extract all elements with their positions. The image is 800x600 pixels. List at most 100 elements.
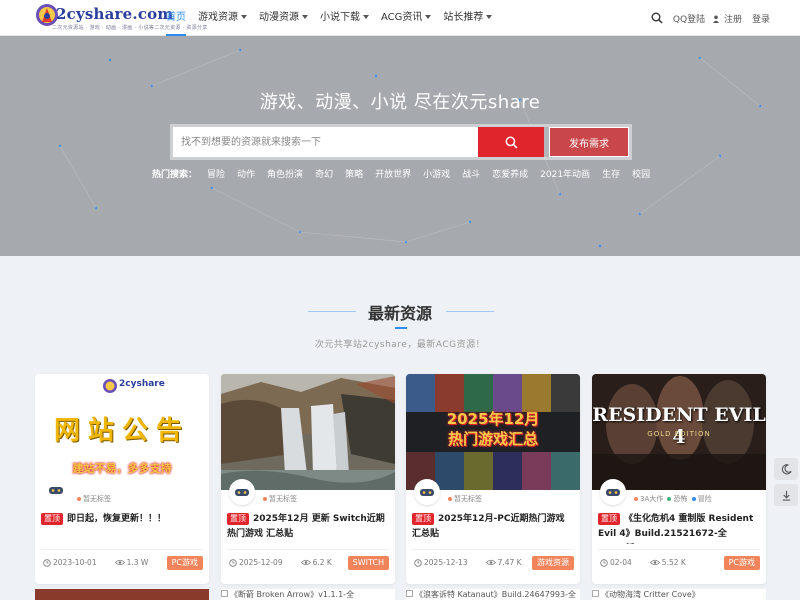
chevron-down-icon <box>425 15 432 19</box>
card-tags: 暂无标签 <box>446 494 482 504</box>
register-label: 注册 <box>723 14 742 25</box>
user-plus-icon <box>713 15 720 23</box>
hot-tag[interactable]: 动作 <box>237 167 255 180</box>
pinned-badge: 置顶 <box>598 513 620 525</box>
nav-home-label: 首页 <box>166 12 186 23</box>
site-logo[interactable]: 2cyshare.com 二次元资源站 · 游戏 · 动画 · 漫画 · 小说等… <box>34 2 207 34</box>
resource-card[interactable]: RESIDENT EVIL 4 GOLD EDITION 3A大作 恐怖 冒险 … <box>592 374 766 584</box>
card-date: 02-04 <box>600 558 641 567</box>
clock-icon <box>229 558 237 567</box>
hot-tag[interactable]: 开放世界 <box>375 167 411 180</box>
card-thumbnail[interactable]: 2025年12月 热门游戏汇总 <box>406 374 580 490</box>
nav-acg-news[interactable]: ACG资讯 <box>375 0 437 36</box>
tag-label[interactable]: 暂无标签 <box>454 495 482 503</box>
nav-recommend[interactable]: 站长推荐 <box>437 0 498 36</box>
resource-card-partial[interactable]: 《浪客诉特 Katanaut》Build.24647993-全 <box>406 589 580 600</box>
hot-tag[interactable]: 冒险 <box>207 167 225 180</box>
hot-tag[interactable]: 恋爱养成 <box>492 167 528 180</box>
nav-games[interactable]: 游戏资源 <box>192 0 253 36</box>
category-tag[interactable]: PC游戏 <box>723 556 760 570</box>
card-thumbnail[interactable] <box>221 374 395 490</box>
hot-tag[interactable]: 生存 <box>602 167 620 180</box>
dark-mode-toggle[interactable] <box>774 458 798 480</box>
download-button[interactable] <box>774 484 798 506</box>
card-title[interactable]: 置顶 《生化危机4 重制版 Resident Evil 4》Build.21521… <box>598 512 758 544</box>
author-avatar[interactable] <box>229 479 255 505</box>
author-avatar[interactable] <box>600 479 626 505</box>
gamepad-icon <box>49 487 63 494</box>
chevron-down-icon <box>241 15 247 19</box>
search-icon[interactable] <box>651 12 663 24</box>
resource-card-partial[interactable]: 《动物海湾 Critter Cove》 <box>592 589 766 600</box>
nav-anime-label: 动漫资源 <box>259 12 299 23</box>
card-title[interactable]: 置顶 2025年12月-PC近期热门游戏 汇总贴 <box>412 512 572 542</box>
card-tags: 3A大作 恐怖 冒险 <box>632 494 712 504</box>
hot-tag[interactable]: 校园 <box>632 167 650 180</box>
qq-login-link[interactable]: QQ登陆 <box>673 12 705 25</box>
card-views-text: 1.3 W <box>126 558 149 567</box>
thumb-heading-line1: 2025年12月 <box>446 410 540 428</box>
search-icon <box>505 136 517 148</box>
card-thumbnail[interactable]: RESIDENT EVIL 4 GOLD EDITION <box>592 374 766 490</box>
resource-card[interactable]: 2025年12月 热门游戏汇总 暂无标签 置顶 2025年12月-PC近期热门游戏… <box>406 374 580 584</box>
card-divider <box>598 549 760 550</box>
card-thumbnail[interactable]: 2cyshare 网站公告 建站不易，多多支持 <box>35 374 209 490</box>
hot-tag[interactable]: 小游戏 <box>423 167 450 180</box>
clock-icon <box>43 558 51 567</box>
card-title[interactable]: 置顶 即日起，恢复更新！！！ <box>41 512 201 527</box>
card-meta: 2023-10-01 1.3 W <box>43 558 166 567</box>
hot-tag[interactable]: 角色扮演 <box>267 167 303 180</box>
tag-label[interactable]: 3A大作 <box>640 495 663 503</box>
tag-label[interactable]: 暂无标签 <box>269 495 297 503</box>
nav-anime[interactable]: 动漫资源 <box>253 0 314 36</box>
chevron-down-icon <box>363 15 369 19</box>
hot-tag[interactable]: 2021年动画 <box>540 167 590 180</box>
chevron-down-icon <box>486 15 493 19</box>
tag-label[interactable]: 暂无标签 <box>83 495 111 503</box>
search-button[interactable] <box>478 127 544 157</box>
category-tag[interactable]: SWITCH <box>347 556 389 570</box>
card-title[interactable]: 置顶 2025年12月 更新 Switch近期热门游戏 汇总贴 <box>227 512 387 542</box>
thumb-logo-text: 2cyshare <box>119 379 165 389</box>
partial-card-title: 《动物海湾 Critter Cove》 <box>601 590 700 599</box>
hot-tag[interactable]: 战斗 <box>462 167 480 180</box>
hot-tag[interactable]: 奇幻 <box>315 167 333 180</box>
card-views-text: 6.2 K <box>312 558 332 567</box>
tag-label[interactable]: 恐怖 <box>673 495 687 503</box>
nav-novels-label: 小说下载 <box>320 12 360 23</box>
resource-card-partial[interactable] <box>35 589 209 600</box>
hot-searches: 热门搜索： 冒险 动作 角色扮演 奇幻 策略 开放世界 小游戏 战斗 恋爱养成 … <box>152 167 662 180</box>
section-underline <box>395 327 407 329</box>
resource-card[interactable]: 2cyshare 网站公告 建站不易，多多支持 暂无标签 置顶 即日起，恢复更新！… <box>35 374 209 584</box>
login-link[interactable]: 登录 <box>752 12 770 25</box>
search-input[interactable] <box>173 127 478 157</box>
card-views: 7.47 K <box>485 558 531 567</box>
clock-icon <box>600 558 608 567</box>
author-avatar[interactable] <box>43 477 69 503</box>
partial-card-title: 《断箭 Broken Arrow》v1.1.1-全 <box>230 590 355 599</box>
card-date-text: 2025-12-09 <box>239 558 283 567</box>
author-avatar[interactable] <box>414 479 440 505</box>
register-link[interactable]: 注册 <box>713 12 742 25</box>
partial-card-title: 《浪客诉特 Katanaut》Build.24647993-全 <box>415 590 576 599</box>
tag-dot <box>263 496 267 501</box>
category-tag[interactable]: PC游戏 <box>166 556 203 570</box>
header-tools: QQ登陆 注册 登录 <box>641 0 770 36</box>
tag-dot <box>667 496 672 501</box>
category-tag[interactable]: 游戏资源 <box>532 556 574 570</box>
card-views-text: 5.52 K <box>661 558 686 567</box>
section-title: 最新资源 <box>367 304 432 323</box>
resource-card[interactable]: 暂无标签 置顶 2025年12月 更新 Switch近期热门游戏 汇总贴 2025… <box>221 374 395 584</box>
resource-card-partial[interactable]: 《断箭 Broken Arrow》v1.1.1-全 <box>221 589 395 600</box>
card-divider <box>412 549 574 550</box>
nav-recommend-label: 站长推荐 <box>443 12 484 23</box>
nav-games-label: 游戏资源 <box>198 12 238 23</box>
nav-home[interactable]: 首页 <box>160 0 192 36</box>
nav-novels[interactable]: 小说下载 <box>314 0 375 36</box>
hot-tag[interactable]: 策略 <box>345 167 363 180</box>
thumb-subheading: GOLD EDITION <box>647 430 711 438</box>
pinned-badge: 置顶 <box>41 513 63 525</box>
download-icon <box>782 490 790 501</box>
publish-request-button[interactable]: 发布需求 <box>549 127 629 157</box>
tag-label[interactable]: 冒险 <box>698 495 712 503</box>
